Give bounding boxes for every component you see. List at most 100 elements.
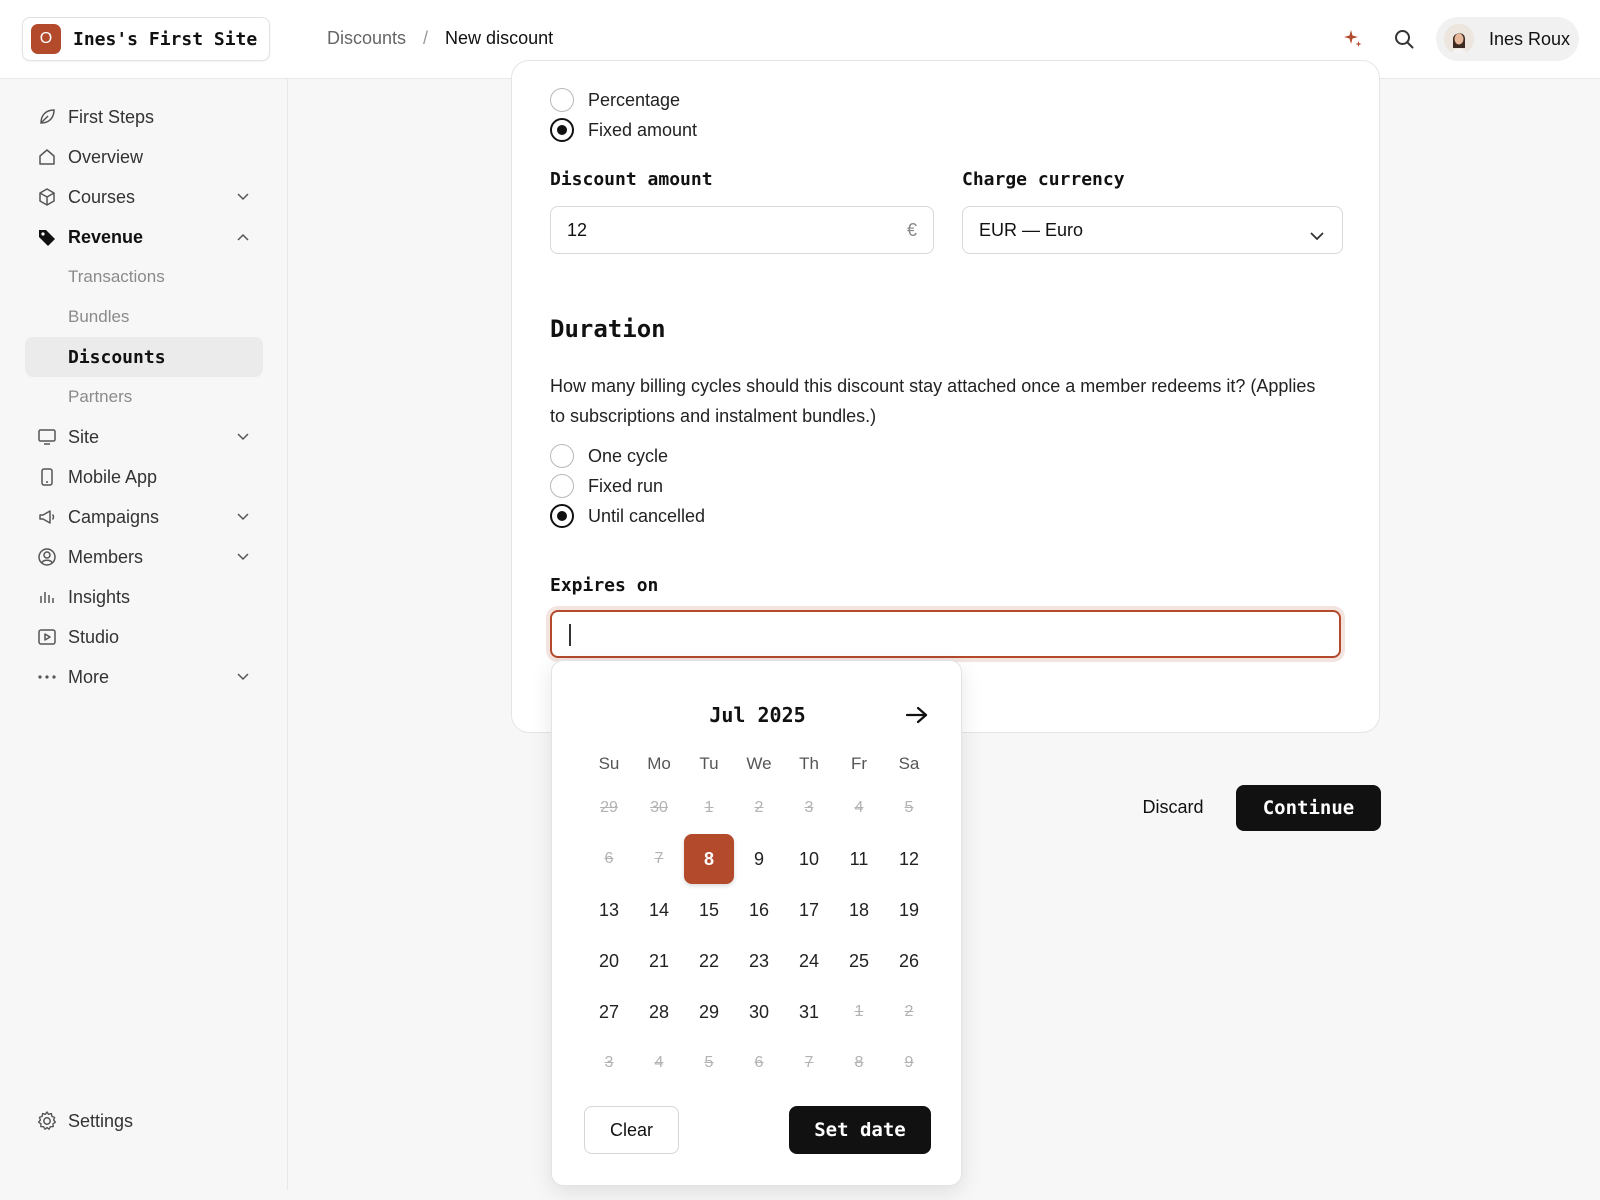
currency-select[interactable]: EUR — Euro: [962, 206, 1343, 254]
calendar-day[interactable]: 24: [784, 936, 834, 986]
calendar-day[interactable]: 27: [584, 987, 634, 1037]
sidebar-item-bundles[interactable]: Bundles: [25, 297, 263, 337]
discard-button[interactable]: Discard: [1123, 785, 1223, 829]
chevron-down-icon: [235, 669, 251, 685]
sidebar-item-label: Mobile App: [68, 466, 158, 487]
continue-button[interactable]: Continue: [1236, 785, 1381, 831]
home-icon: [36, 146, 58, 168]
gear-icon: [36, 1110, 58, 1132]
sidebar-item-first-steps[interactable]: First Steps: [25, 97, 263, 137]
sparkle-icon[interactable]: [1340, 26, 1366, 52]
calendar-day[interactable]: 12: [884, 834, 934, 884]
radio-percentage[interactable]: Percentage: [550, 88, 680, 112]
sidebar-item-label: Overview: [68, 146, 144, 167]
sidebar-item-members[interactable]: Members: [25, 537, 263, 577]
radio-fixed-amount[interactable]: Fixed amount: [550, 118, 697, 142]
calendar-day-disabled: 1: [854, 1003, 864, 1020]
set-date-button[interactable]: Set date: [789, 1106, 931, 1154]
sidebar-item-label: First Steps: [68, 106, 155, 127]
radio-label: Until cancelled: [588, 505, 706, 526]
radio-button[interactable]: [550, 88, 574, 112]
site-name: Ines's First Site: [73, 28, 258, 50]
weekday-header: Mo: [647, 754, 671, 773]
calendar-day[interactable]: 10: [784, 834, 834, 884]
sidebar-item-label: Bundles: [68, 307, 130, 326]
calendar-day-disabled: 2: [754, 799, 764, 816]
calendar-day[interactable]: 29: [684, 987, 734, 1037]
leaf-icon: [36, 106, 58, 128]
sidebar-item-overview[interactable]: Overview: [25, 137, 263, 177]
calendar-day[interactable]: 26: [884, 936, 934, 986]
radio-until-cancelled[interactable]: Until cancelled: [550, 504, 705, 528]
sidebar-item-site[interactable]: Site: [25, 417, 263, 457]
calendar-day[interactable]: 15: [684, 885, 734, 935]
calendar-day[interactable]: 28: [634, 987, 684, 1037]
calendar-day[interactable]: 11: [834, 834, 884, 884]
user-menu[interactable]: Ines Roux: [1436, 17, 1579, 61]
sidebar-item-more[interactable]: More: [25, 657, 263, 697]
sidebar-item-settings[interactable]: Settings: [25, 1101, 263, 1141]
calendar-day[interactable]: 9: [734, 834, 784, 884]
radio-one-cycle[interactable]: One cycle: [550, 444, 668, 468]
calendar-day-disabled: 4: [654, 1054, 664, 1071]
calendar-day-selected[interactable]: 8: [684, 834, 734, 884]
weekday-header: Su: [598, 754, 620, 773]
calendar-day[interactable]: 23: [734, 936, 784, 986]
calendar-day[interactable]: 31: [784, 987, 834, 1037]
radio-label: One cycle: [588, 445, 669, 466]
bar-chart-icon: [36, 586, 58, 608]
site-switcher[interactable]: O Ines's First Site: [22, 17, 270, 61]
chevron-down-icon: [235, 189, 251, 205]
search-icon[interactable]: [1391, 26, 1417, 52]
user-circle-icon: [36, 546, 58, 568]
sidebar-item-transactions[interactable]: Transactions: [25, 257, 263, 297]
sidebar-item-label: Site: [68, 426, 100, 447]
radio-fixed-run[interactable]: Fixed run: [550, 474, 663, 498]
calendar-day-disabled: 30: [650, 799, 668, 816]
weekday-header: We: [746, 754, 772, 773]
sidebar-item-insights[interactable]: Insights: [25, 577, 263, 617]
sidebar-item-discounts[interactable]: Discounts: [25, 337, 263, 377]
calendar-day-disabled: 3: [604, 1054, 614, 1071]
amount-value: 12: [567, 219, 588, 240]
sidebar-item-label: Settings: [68, 1110, 134, 1131]
calendar-day[interactable]: 30: [734, 987, 784, 1037]
calendar-day[interactable]: 14: [634, 885, 684, 935]
sidebar-item-label: Transactions: [68, 267, 165, 286]
play-icon: [36, 626, 58, 648]
sidebar-item-courses[interactable]: Courses: [25, 177, 263, 217]
charge-currency-label: Charge currency: [962, 169, 1125, 190]
date-picker-popover: Jul 2025 Su Mo Tu We Th Fr Sa 29 30 1 2 3 4 5 6 7 8 9 10 11…: [551, 660, 962, 1186]
megaphone-icon: [36, 506, 58, 528]
radio-button-checked[interactable]: [550, 504, 574, 528]
breadcrumb-discounts-link[interactable]: Discounts: [327, 28, 406, 49]
calendar-day[interactable]: 13: [584, 885, 634, 935]
calendar-day[interactable]: 17: [784, 885, 834, 935]
sidebar-item-studio[interactable]: Studio: [25, 617, 263, 657]
calendar-day[interactable]: 20: [584, 936, 634, 986]
sidebar-item-campaigns[interactable]: Campaigns: [25, 497, 263, 537]
radio-button[interactable]: [550, 474, 574, 498]
expires-on-input[interactable]: [550, 610, 1341, 658]
calendar-day[interactable]: 16: [734, 885, 784, 935]
calendar-day-disabled: 1: [704, 799, 714, 816]
sidebar-item-mobile-app[interactable]: Mobile App: [25, 457, 263, 497]
chevron-down-icon: [235, 429, 251, 445]
calendar-day-disabled: 4: [854, 799, 864, 816]
discount-amount-input[interactable]: 12 €: [550, 206, 934, 254]
calendar-day[interactable]: 19: [884, 885, 934, 935]
radio-button-checked[interactable]: [550, 118, 574, 142]
calendar-day[interactable]: 21: [634, 936, 684, 986]
calendar-day[interactable]: 25: [834, 936, 884, 986]
next-month-arrow-icon[interactable]: [901, 699, 933, 731]
discount-amount-label: Discount amount: [550, 169, 713, 190]
radio-label: Fixed run: [588, 475, 664, 496]
sidebar-item-partners[interactable]: Partners: [25, 377, 263, 417]
clear-date-button[interactable]: Clear: [584, 1106, 679, 1154]
avatar: [1444, 24, 1474, 54]
calendar-day[interactable]: 18: [834, 885, 884, 935]
radio-button[interactable]: [550, 444, 574, 468]
calendar-day-disabled: 6: [604, 850, 614, 867]
sidebar-item-revenue[interactable]: Revenue: [25, 217, 263, 257]
calendar-day[interactable]: 22: [684, 936, 734, 986]
